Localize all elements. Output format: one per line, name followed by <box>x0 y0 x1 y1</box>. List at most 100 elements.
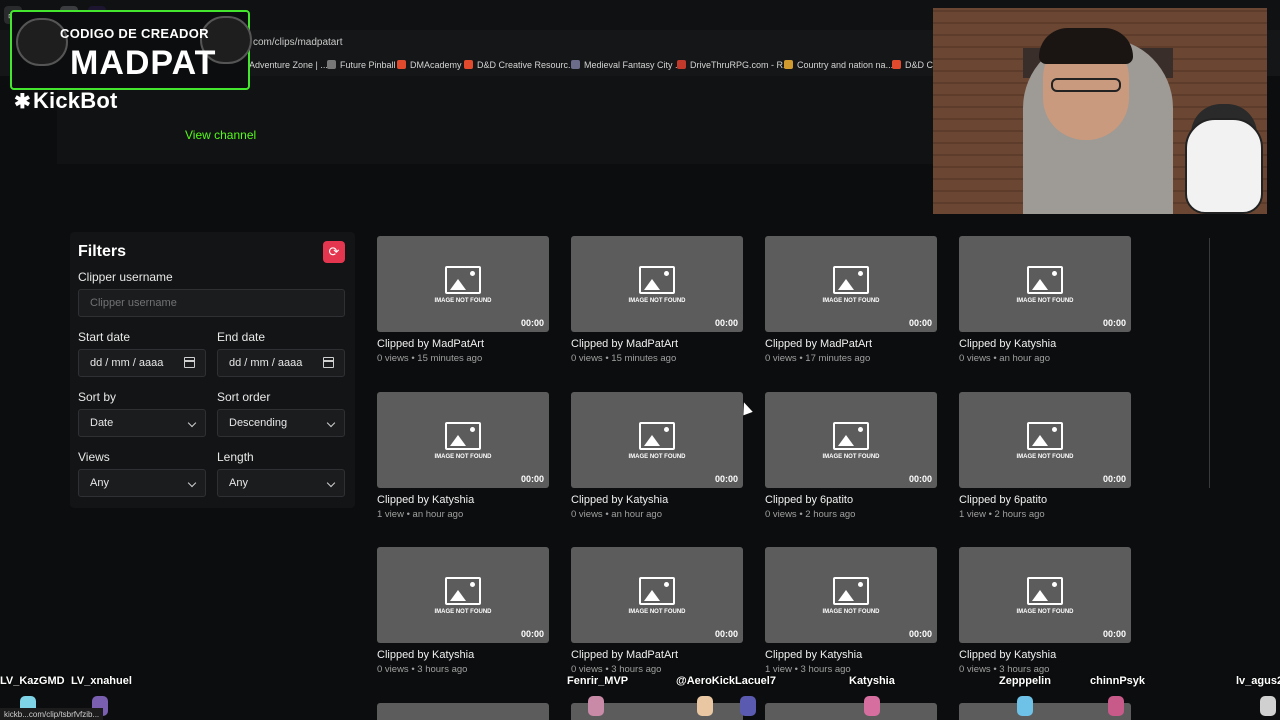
clip-title[interactable]: Clipped by Katyshia <box>765 649 862 661</box>
chevron-down-icon <box>187 418 197 428</box>
clip-title[interactable]: Clipped by Katyshia <box>959 649 1056 661</box>
clip-thumbnail[interactable]: IMAGE NOT FOUND 00:00 <box>765 547 937 643</box>
clip-card[interactable]: IMAGE NOT FOUND 00:00 Clipped by MadPatArt… <box>377 236 551 368</box>
chat-avatar-icon <box>588 696 604 716</box>
clip-thumbnail-partial[interactable] <box>959 703 1131 720</box>
bookmark-3[interactable]: D&D Creative Resourc... <box>464 60 576 70</box>
image-not-found-label: IMAGE NOT FOUND <box>628 609 686 615</box>
status-url: kickb...com/clip/tsbrfvfzib... <box>4 709 100 719</box>
streamer-glasses <box>1051 78 1121 92</box>
bookmark-icon <box>784 60 793 69</box>
streamer-hair <box>1039 28 1133 64</box>
start-date-input[interactable]: dd / mm / aaaa <box>78 349 206 377</box>
chat-username: Katyshia <box>849 675 895 687</box>
clip-card[interactable]: IMAGE NOT FOUND 00:00 Clipped by Katyshia 1… <box>377 392 551 524</box>
clip-card[interactable]: IMAGE NOT FOUND 00:00 Clipped by MadPatArt… <box>765 236 939 368</box>
clip-title[interactable]: Clipped by Katyshia <box>377 494 474 506</box>
clip-title[interactable]: Clipped by MadPatArt <box>571 649 678 661</box>
clip-thumbnail[interactable]: IMAGE NOT FOUND 00:00 <box>959 236 1131 332</box>
clip-thumbnail-partial[interactable] <box>765 703 937 720</box>
bookmark-5[interactable]: DriveThruRPG.com - R... <box>677 60 791 70</box>
clip-card[interactable]: IMAGE NOT FOUND 00:00 Clipped by Katyshia 0… <box>377 547 551 679</box>
clip-duration: 00:00 <box>908 474 932 484</box>
chevron-down-icon <box>326 478 336 488</box>
calendar-icon[interactable] <box>323 357 334 368</box>
sort-by-select[interactable]: Date <box>78 409 206 437</box>
bookmark-6[interactable]: Country and nation na... <box>784 60 893 70</box>
clipper-label: Clipper username <box>78 270 173 284</box>
clip-meta: 0 views • an hour ago <box>959 353 1050 364</box>
clip-thumbnail[interactable]: IMAGE NOT FOUND 00:00 <box>959 547 1131 643</box>
views-select[interactable]: Any <box>78 469 206 497</box>
clip-card[interactable]: IMAGE NOT FOUND 00:00 Clipped by 6patito 1 … <box>959 392 1133 524</box>
clip-thumbnail[interactable]: IMAGE NOT FOUND 00:00 <box>377 236 549 332</box>
clip-duration: 00:00 <box>520 629 544 639</box>
clip-title[interactable]: Clipped by 6patito <box>765 494 853 506</box>
clip-title[interactable]: Clipped by MadPatArt <box>377 338 484 350</box>
image-not-found-icon <box>833 422 869 450</box>
length-label: Length <box>217 450 254 464</box>
cat-mascot-icon <box>1185 118 1263 214</box>
reset-filters-button[interactable]: ⟳ <box>323 241 345 263</box>
bookmark-2[interactable]: DMAcademy <box>397 60 462 70</box>
clip-title[interactable]: Clipped by MadPatArt <box>571 338 678 350</box>
clip-meta: 0 views • 3 hours ago <box>959 664 1050 675</box>
scrollbar-track[interactable] <box>1209 238 1210 488</box>
clip-card[interactable]: IMAGE NOT FOUND 00:00 Clipped by Katyshia 0… <box>571 392 745 524</box>
bookmark-7[interactable]: D&D Co <box>892 60 938 70</box>
clip-thumbnail[interactable]: IMAGE NOT FOUND 00:00 <box>765 392 937 488</box>
image-not-found-label: IMAGE NOT FOUND <box>822 609 880 615</box>
image-not-found-label: IMAGE NOT FOUND <box>434 454 492 460</box>
clip-title[interactable]: Clipped by Katyshia <box>959 338 1056 350</box>
clip-thumbnail[interactable]: IMAGE NOT FOUND 00:00 <box>377 547 549 643</box>
clip-title[interactable]: Clipped by Katyshia <box>377 649 474 661</box>
clip-meta: 0 views • 15 minutes ago <box>377 353 483 364</box>
clip-thumbnail-partial[interactable] <box>377 703 549 720</box>
start-date-label: Start date <box>78 330 131 344</box>
views-label: Views <box>78 450 110 464</box>
chat-username: Zepppelin <box>999 675 1051 687</box>
length-select[interactable]: Any <box>217 469 345 497</box>
image-not-found-icon <box>1027 266 1063 294</box>
chat-avatar-icon <box>740 696 756 716</box>
image-not-found-icon <box>1027 422 1063 450</box>
bookmark-icon <box>677 60 686 69</box>
creator-code-label: CODIGO DE CREADOR <box>60 26 209 41</box>
clip-card[interactable]: IMAGE NOT FOUND 00:00 Clipped by Katyshia 0… <box>959 236 1133 368</box>
clip-card[interactable]: IMAGE NOT FOUND 00:00 Clipped by Katyshia 0… <box>959 547 1133 679</box>
end-date-input[interactable]: dd / mm / aaaa <box>217 349 345 377</box>
calendar-icon[interactable] <box>184 357 195 368</box>
bookmark-1[interactable]: Future Pinball <box>327 60 396 70</box>
chevron-down-icon <box>187 478 197 488</box>
bookmark-icon <box>327 60 336 69</box>
clipper-username-input[interactable]: Clipper username <box>78 289 345 317</box>
clip-card[interactable]: IMAGE NOT FOUND 00:00 Clipped by MadPatArt… <box>571 236 745 368</box>
clip-thumbnail[interactable]: IMAGE NOT FOUND 00:00 <box>765 236 937 332</box>
clip-meta: 0 views • 3 hours ago <box>377 664 468 675</box>
bookmark-icon <box>571 60 580 69</box>
clip-thumbnail[interactable]: IMAGE NOT FOUND 00:00 <box>377 392 549 488</box>
clip-card[interactable]: IMAGE NOT FOUND 00:00 Clipped by MadPatArt… <box>571 547 745 679</box>
clip-duration: 00:00 <box>908 629 932 639</box>
clip-thumbnail[interactable]: IMAGE NOT FOUND 00:00 <box>571 392 743 488</box>
clip-title[interactable]: Clipped by Katyshia <box>571 494 668 506</box>
clip-card[interactable]: IMAGE NOT FOUND 00:00 Clipped by Katyshia 1… <box>765 547 939 679</box>
bookmark-icon <box>464 60 473 69</box>
webcam-overlay <box>933 8 1267 214</box>
sort-order-select[interactable]: Descending <box>217 409 345 437</box>
clip-thumbnail[interactable]: IMAGE NOT FOUND 00:00 <box>571 547 743 643</box>
clip-card[interactable]: IMAGE NOT FOUND 00:00 Clipped by 6patito 0 … <box>765 392 939 524</box>
image-not-found-icon <box>445 422 481 450</box>
clip-title[interactable]: Clipped by MadPatArt <box>765 338 872 350</box>
url-text[interactable]: com/clips/madpatart <box>253 37 342 48</box>
view-channel-link[interactable]: View channel <box>185 128 256 142</box>
end-date-label: End date <box>217 330 266 344</box>
clip-duration: 00:00 <box>520 318 544 328</box>
clip-thumbnail[interactable]: IMAGE NOT FOUND 00:00 <box>959 392 1131 488</box>
bookmark-4[interactable]: Medieval Fantasy City ... <box>571 60 683 70</box>
image-not-found-label: IMAGE NOT FOUND <box>822 454 880 460</box>
clip-title[interactable]: Clipped by 6patito <box>959 494 1047 506</box>
clip-thumbnail[interactable]: IMAGE NOT FOUND 00:00 <box>571 236 743 332</box>
clip-duration: 00:00 <box>1102 318 1126 328</box>
image-not-found-icon <box>639 266 675 294</box>
